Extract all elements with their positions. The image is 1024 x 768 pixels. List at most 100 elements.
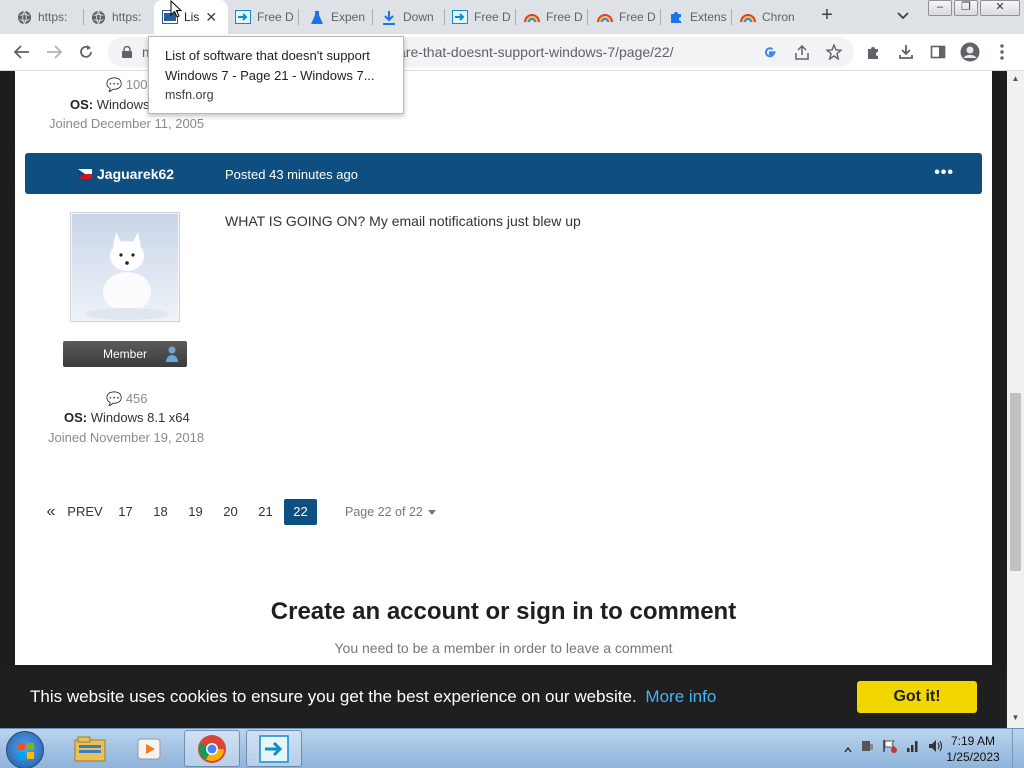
lock-icon[interactable]: [122, 45, 132, 58]
close-window-button[interactable]: ✕: [980, 0, 1020, 16]
post-options-menu[interactable]: •••: [934, 164, 954, 182]
url-text: are-that-doesnt-support-windows-7/page/2…: [398, 44, 674, 60]
os-line: OS: Windows 8.1 x64: [64, 410, 190, 425]
browser-tab[interactable]: Free D: [235, 6, 299, 28]
post-date[interactable]: Posted 43 minutes ago: [225, 167, 358, 182]
avatar[interactable]: [70, 212, 180, 322]
network-icon[interactable]: [906, 739, 920, 758]
forward-arrow-icon[interactable]: [44, 42, 64, 62]
caret-down-icon: [427, 510, 436, 516]
post-author[interactable]: Jaguarek62: [78, 166, 174, 182]
minimize-button[interactable]: –: [928, 0, 952, 16]
page-jump-dropdown[interactable]: Page 22 of 22: [345, 505, 436, 519]
current-page[interactable]: 22: [284, 499, 317, 525]
puzzle-icon: [668, 9, 684, 25]
extensions-puzzle-icon[interactable]: [864, 42, 884, 62]
share-icon[interactable]: [792, 42, 812, 62]
more-info-link[interactable]: More info: [645, 687, 716, 706]
start-button[interactable]: [6, 731, 44, 768]
file-explorer-icon[interactable]: [62, 730, 118, 767]
rainbow-icon: [597, 9, 613, 25]
browser-tab[interactable]: https:: [90, 6, 154, 28]
user-rank-icon: [163, 345, 181, 363]
page-link[interactable]: 21: [248, 499, 283, 525]
windows-logo-icon: [18, 743, 34, 759]
cookie-consent-bar: This website uses cookies to ensure you …: [0, 665, 1007, 728]
browser-tab[interactable]: Extens: [668, 6, 732, 28]
previous-joined-date: Joined December 11, 2005: [49, 116, 205, 131]
signin-subtitle: You need to be a member in order to leav…: [334, 640, 673, 656]
restore-button[interactable]: ❐: [954, 0, 978, 16]
browser-tab[interactable]: Expen: [309, 6, 373, 28]
flask-icon: [309, 9, 325, 25]
scroll-up-arrow-icon[interactable]: ▲: [1011, 74, 1020, 83]
page-link[interactable]: 18: [143, 499, 178, 525]
got-it-button[interactable]: Got it!: [857, 681, 977, 713]
tab-label: Free D: [619, 10, 656, 24]
bookmark-star-icon[interactable]: [824, 42, 844, 62]
browser-tab[interactable]: https:: [16, 6, 84, 28]
reload-icon[interactable]: [76, 42, 96, 62]
google-icon[interactable]: [760, 42, 780, 62]
close-icon[interactable]: ✕: [205, 9, 217, 26]
cookie-message: This website uses cookies to ensure you …: [30, 687, 717, 706]
system-clock[interactable]: 7:19 AM 1/25/2023: [940, 733, 1006, 765]
browser-tab[interactable]: Free D: [524, 6, 588, 28]
tooltip-host: msfn.org: [165, 88, 214, 102]
tab-label: Free D: [474, 10, 511, 24]
profile-avatar-icon[interactable]: [960, 42, 980, 62]
windows-taskbar: 7:19 AM 1/25/2023: [0, 728, 1024, 768]
browser-tab-active[interactable]: Lis ✕: [154, 0, 228, 34]
browser-tab[interactable]: Free D: [597, 6, 661, 28]
tab-label: Free D: [546, 10, 583, 24]
action-center-flag-icon[interactable]: [882, 739, 898, 758]
media-player-icon[interactable]: [122, 730, 178, 767]
new-tab-button[interactable]: +: [816, 5, 838, 27]
browser-tab[interactable]: Free D: [452, 6, 516, 28]
tab-label: Chron: [762, 10, 795, 24]
tab-label: Expen: [331, 10, 366, 24]
post-body-text: WHAT IS GOING ON? My email notifications…: [225, 213, 581, 229]
tab-strip: https: https: Lis ✕ Free D Expen Down Fr…: [0, 0, 1024, 34]
page-link[interactable]: 20: [213, 499, 248, 525]
scroll-down-arrow-icon[interactable]: ▼: [1011, 713, 1020, 722]
freedownload-icon: [235, 9, 251, 25]
downloads-icon[interactable]: [896, 42, 916, 62]
signin-heading: Create an account or sign in to comment: [270, 598, 737, 625]
clock-time: 7:19 AM: [950, 734, 996, 748]
freedownload-taskbar-icon[interactable]: [246, 730, 302, 767]
back-arrow-icon[interactable]: [12, 42, 32, 62]
prev-page-button[interactable]: PREV: [62, 499, 108, 525]
system-tray: [844, 739, 944, 758]
kebab-menu-icon[interactable]: [992, 42, 1012, 62]
post-count: 💬 456: [106, 391, 148, 406]
browser-tab[interactable]: Chron: [740, 6, 804, 28]
window-controls: – ❐ ✕: [928, 0, 1022, 18]
globe-icon: [90, 9, 106, 25]
show-desktop-button[interactable]: [1012, 729, 1024, 768]
clock-date: 1/25/2023: [946, 750, 1000, 764]
rainbow-icon: [740, 9, 756, 25]
comment-bubble-icon: 💬: [106, 391, 123, 406]
tab-label: Free D: [257, 10, 294, 24]
device-icon[interactable]: [860, 739, 874, 758]
mouse-cursor-icon: [170, 0, 182, 18]
page-link[interactable]: 19: [178, 499, 213, 525]
chrome-taskbar-icon[interactable]: [184, 730, 240, 767]
download-icon: [381, 9, 397, 25]
tab-label: Extens: [690, 10, 727, 24]
first-page-button[interactable]: «: [40, 499, 62, 525]
tab-search-chevron-icon[interactable]: [896, 8, 914, 26]
scroll-thumb[interactable]: [1010, 393, 1021, 571]
page-link[interactable]: 17: [108, 499, 143, 525]
czech-flag-icon: [78, 169, 92, 179]
page-scrollbar[interactable]: ▲ ▼: [1007, 71, 1024, 728]
browser-tab[interactable]: Down: [381, 6, 445, 28]
joined-date: Joined November 19, 2018: [48, 430, 205, 445]
show-hidden-icons-icon[interactable]: [844, 740, 852, 758]
side-panel-icon[interactable]: [928, 42, 948, 62]
tab-hover-tooltip: List of software that doesn't support Wi…: [148, 36, 404, 114]
rainbow-icon: [524, 9, 540, 25]
author-name[interactable]: Jaguarek62: [97, 166, 174, 182]
freedownload-icon: [452, 9, 468, 25]
